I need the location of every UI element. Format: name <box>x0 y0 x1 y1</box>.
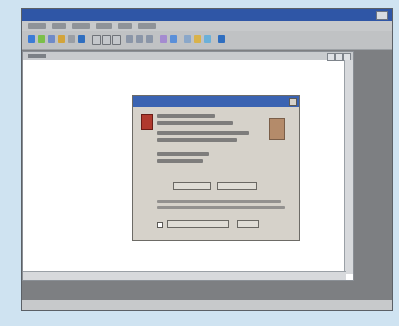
align-right-icon[interactable] <box>146 35 153 43</box>
undo-icon[interactable] <box>28 35 35 43</box>
dialog-info-line-6 <box>157 159 203 163</box>
italic-icon[interactable] <box>102 35 111 45</box>
document-maximize-button[interactable] <box>335 53 343 61</box>
copy-icon[interactable] <box>58 35 65 43</box>
dialog-info-line-4 <box>157 138 237 142</box>
menu-item-6[interactable] <box>138 23 156 29</box>
author-photo <box>269 118 285 140</box>
dialog-close-button[interactable] <box>289 98 297 106</box>
window-controls[interactable] <box>376 11 388 20</box>
link-icon[interactable] <box>204 35 211 43</box>
menu-item-2[interactable] <box>52 23 66 29</box>
align-left-icon[interactable] <box>126 35 133 43</box>
about-dialog <box>132 95 300 241</box>
help-icon[interactable] <box>218 35 225 43</box>
dialog-info-line-5 <box>157 152 209 156</box>
dialog-info-line-8 <box>157 206 285 209</box>
dialog-info-line-2 <box>157 121 233 125</box>
dialog-button-left[interactable] <box>173 182 211 190</box>
dialog-button-middle[interactable] <box>217 182 257 190</box>
paste-icon[interactable] <box>68 35 75 43</box>
horizontal-scrollbar[interactable] <box>23 271 346 280</box>
app-logo-icon <box>141 114 153 130</box>
cut-icon[interactable] <box>48 35 55 43</box>
toolbar <box>22 31 392 50</box>
app-window <box>21 8 393 311</box>
dialog-checkbox-label <box>167 220 229 228</box>
document-titlebar <box>23 52 353 61</box>
bullets-icon[interactable] <box>160 35 167 43</box>
dialog-info-line-1 <box>157 114 215 118</box>
menu-item-4[interactable] <box>96 23 112 29</box>
redo-icon[interactable] <box>38 35 45 43</box>
document-title <box>28 54 46 58</box>
vertical-scrollbar[interactable] <box>344 60 353 274</box>
menu-item-5[interactable] <box>118 23 132 29</box>
print-icon[interactable] <box>78 35 85 43</box>
numbering-icon[interactable] <box>170 35 177 43</box>
table-icon[interactable] <box>184 35 191 43</box>
document-minimize-button[interactable] <box>327 53 335 61</box>
image-icon[interactable] <box>194 35 201 43</box>
dialog-ok-button[interactable] <box>237 220 259 228</box>
dialog-info-line-7 <box>157 200 281 203</box>
screenshot-frame <box>0 0 399 326</box>
dialog-info-line-3 <box>157 131 249 135</box>
menu-item-3[interactable] <box>72 23 90 29</box>
dialog-checkbox[interactable] <box>157 222 163 228</box>
window-titlebar <box>22 9 392 21</box>
align-center-icon[interactable] <box>136 35 143 43</box>
underline-icon[interactable] <box>112 35 121 45</box>
bold-icon[interactable] <box>92 35 101 45</box>
menu-item-1[interactable] <box>28 23 46 29</box>
status-bar <box>22 300 392 310</box>
dialog-titlebar <box>133 96 299 107</box>
menu-bar <box>22 21 392 31</box>
